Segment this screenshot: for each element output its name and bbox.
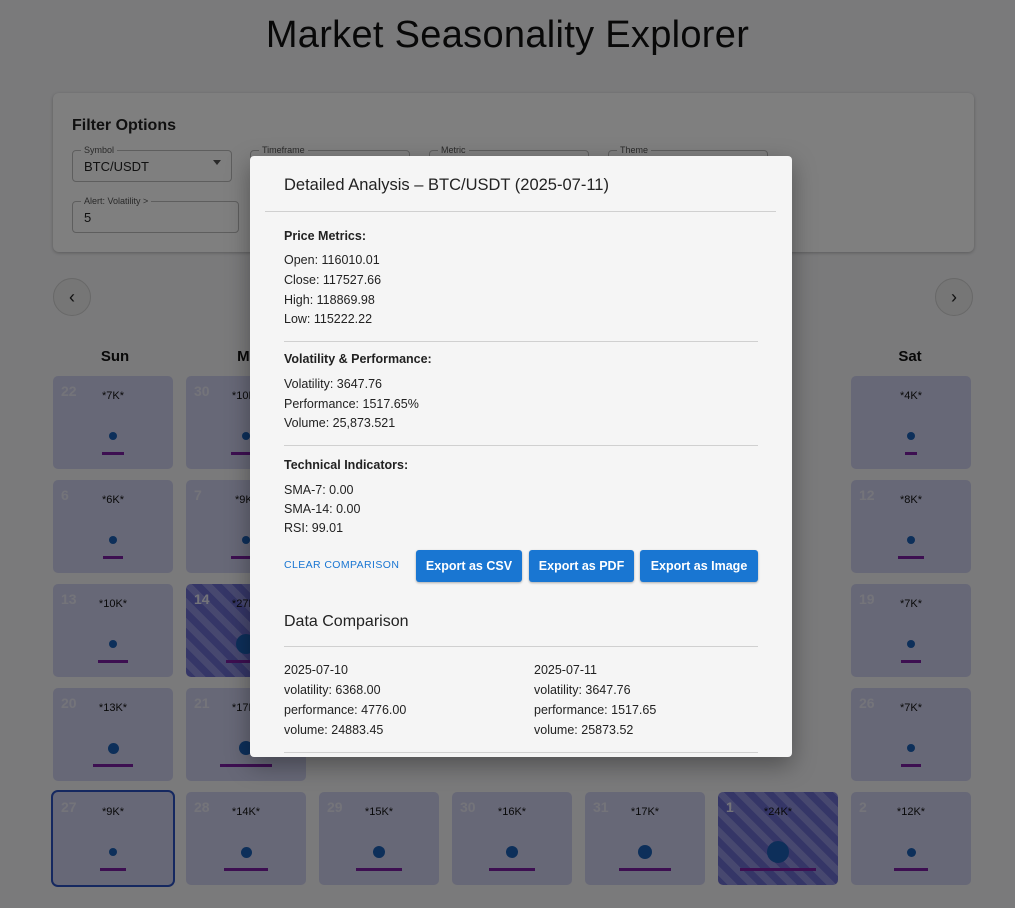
comparison-volume: volume: 24883.45 <box>284 723 384 737</box>
price-metrics-heading: Price Metrics: <box>284 229 366 243</box>
low-value: Low: 115222.22 <box>284 312 373 326</box>
comparison-performance: performance: 1517.65 <box>534 703 657 717</box>
dialog-title: Detailed Analysis – BTC/USDT (2025-07-11… <box>284 176 609 194</box>
comparison-performance: performance: 4776.00 <box>284 703 407 717</box>
clear-comparison-button[interactable]: CLEAR COMPARISON <box>284 559 399 571</box>
export-csv-button[interactable]: Export as CSV <box>416 550 522 582</box>
volume-value: Volume: 25,873.521 <box>284 416 396 430</box>
section-divider <box>284 445 758 446</box>
volatility-heading: Volatility & Performance: <box>284 352 432 366</box>
volatility-value: Volatility: 3647.76 <box>284 377 382 391</box>
export-image-button[interactable]: Export as Image <box>640 550 758 582</box>
comparison-column-right: 2025-07-11 volatility: 3647.76 performan… <box>534 662 656 742</box>
comparison-volume: volume: 25873.52 <box>534 723 634 737</box>
performance-value: Performance: 1517.65% <box>284 397 419 411</box>
close-value: Close: 117527.66 <box>284 273 382 287</box>
sma7-value: SMA-7: 0.00 <box>284 483 354 497</box>
detail-dialog: Detailed Analysis – BTC/USDT (2025-07-11… <box>250 156 792 757</box>
comparison-bottom-divider <box>284 752 758 753</box>
rsi-value: RSI: 99.01 <box>284 521 344 535</box>
comparison-volatility: volatility: 6368.00 <box>284 683 381 697</box>
technical-heading: Technical Indicators: <box>284 458 409 472</box>
comparison-volatility: volatility: 3647.76 <box>534 683 631 697</box>
high-value: High: 118869.98 <box>284 293 375 307</box>
comparison-title: Data Comparison <box>284 613 409 630</box>
comparison-divider <box>284 646 758 647</box>
section-divider <box>284 341 758 342</box>
comparison-date: 2025-07-10 <box>284 663 348 677</box>
comparison-date: 2025-07-11 <box>534 663 598 677</box>
sma14-value: SMA-14: 0.00 <box>284 502 361 516</box>
export-pdf-button[interactable]: Export as PDF <box>529 550 634 582</box>
dialog-title-divider <box>265 211 776 212</box>
open-value: Open: 116010.01 <box>284 253 380 267</box>
comparison-column-left: 2025-07-10 volatility: 6368.00 performan… <box>284 662 406 742</box>
